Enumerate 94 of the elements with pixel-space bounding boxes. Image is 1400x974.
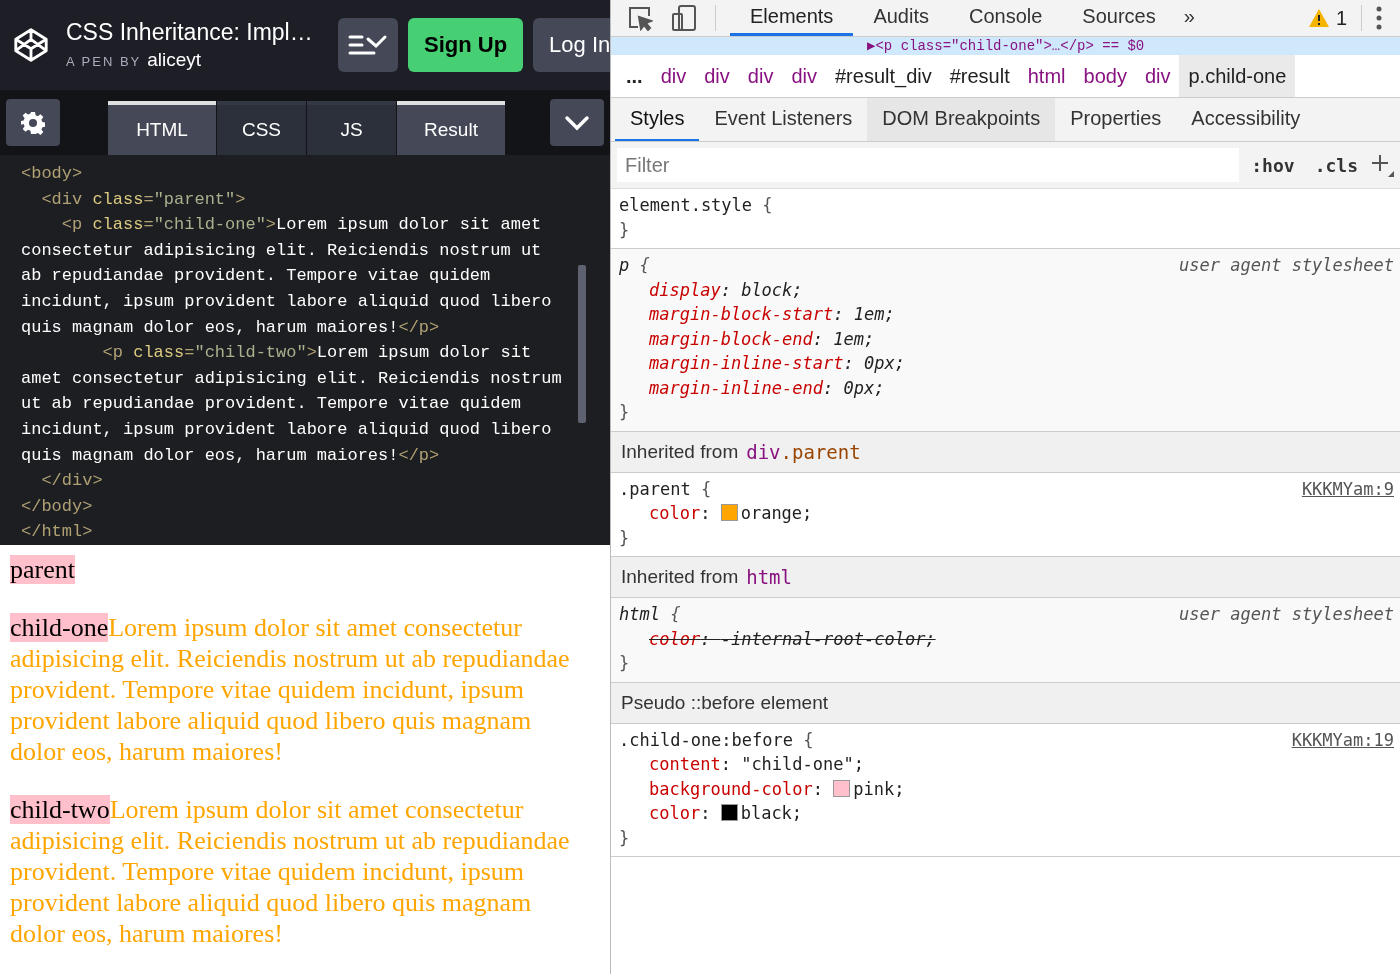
section-heading: Pseudo ::before element (621, 691, 829, 714)
code-line: <p class="child-one">Lorem ipsum dolor sit amet (60, 214, 543, 237)
byline-label: A PEN BY (66, 54, 142, 69)
closing-brace: } (619, 652, 631, 675)
breadcrumb[interactable]: div (1135, 55, 1180, 97)
rule-selector: element.style { (619, 194, 773, 217)
breadcrumb[interactable]: body (1074, 55, 1136, 97)
code-line: ut ab repudiandae provident. Tempore vitae quidem (21, 393, 522, 416)
more-tabs-button[interactable]: » (1175, 0, 1203, 36)
rule-origin-label: user agent stylesheet (1179, 254, 1394, 277)
rule-selector: .parent { (619, 477, 712, 501)
css-declaration[interactable]: color: orange; (619, 501, 1394, 526)
filter-field[interactable]: Filter (617, 148, 1240, 182)
css-declaration[interactable]: margin-inline-start: 0px; (619, 351, 1394, 376)
color-swatch[interactable] (720, 804, 738, 821)
warning-icon[interactable] (1307, 8, 1330, 28)
closing-brace: } (619, 401, 631, 424)
code-line: incidunt, ipsum provident labore aliquid quod libero (21, 418, 553, 441)
rule-selector: .child-one:before { (619, 728, 814, 752)
hov-toggle[interactable]: :hov (1243, 154, 1303, 176)
code-line: quis magnam dolor eos, harum maiores!</p> (21, 444, 441, 467)
inspect-icon[interactable] (627, 5, 653, 31)
css-declaration[interactable]: color: black; (619, 801, 1394, 826)
editor-tab[interactable]: JS (307, 101, 396, 155)
devtools-tab[interactable]: Console (948, 0, 1063, 36)
author-link[interactable]: aliceyt (147, 49, 202, 71)
source-link[interactable]: KKKMYam:9 (1301, 476, 1394, 501)
log-in-button[interactable]: Log In (533, 18, 610, 72)
css-declaration[interactable]: margin-block-end: 1em; (619, 326, 1394, 351)
source-link[interactable]: KKKMYam:19 (1291, 727, 1394, 752)
code-line: </div> (40, 470, 104, 493)
inherited-selector[interactable]: html (746, 566, 792, 588)
devtools-tab[interactable]: Sources (1062, 0, 1176, 36)
breadcrumb[interactable]: #result (940, 55, 1019, 97)
plus-icon[interactable] (1370, 153, 1394, 177)
device-icon[interactable] (671, 4, 697, 32)
closing-brace: } (619, 826, 631, 850)
result-paragraph: child-oneLorem ipsum dolor sit amet consectetur adipisicing elit. Reiciendis nostrum ut ab repudiandae provident. Tempore vitae quidem incidunt, ipsum provident labore aliquid quod libero quis magnam dolor eos, harum maiores! (10, 611, 571, 767)
styles-pane-tab[interactable]: DOM Breakpoints (867, 98, 1056, 141)
rule-selector: p { (619, 254, 650, 277)
breadcrumb[interactable]: div (782, 55, 826, 97)
closing-brace: } (619, 218, 631, 242)
editor-tab[interactable]: Result (397, 101, 505, 155)
result-paragraph: child-twoLorem ipsum dolor sit amet consectetur adipisicing elit. Reiciendis nostrum ut ab repudiandae provident. Tempore vitae quidem incidunt, ipsum provident labore aliquid quod libero quis magnam dolor eos, harum maiores! (10, 793, 571, 949)
warning-count[interactable]: 1 (1335, 6, 1347, 30)
editor-tab[interactable]: HTML (108, 101, 216, 155)
css-declaration[interactable]: content: "child-one"; (619, 752, 1394, 777)
css-declaration[interactable]: margin-block-start: 1em; (619, 302, 1394, 327)
scrollbar[interactable] (578, 265, 586, 423)
code-line: consectetur adipisicing elit. Reiciendis nostrum ut (21, 239, 543, 262)
code-line: <body> (21, 163, 84, 185)
breadcrumb[interactable]: div (695, 55, 739, 97)
inherited-selector[interactable]: div.parent (746, 440, 861, 463)
code-line: quis magnam dolor eos, harum maiores!</p> (21, 316, 441, 339)
styles-pane-tab[interactable]: Properties (1055, 98, 1177, 141)
code-line: </html> (21, 521, 94, 544)
layout-button[interactable] (338, 18, 398, 72)
code-line: <p class="child-two">Lorem ipsum dolor sit (101, 342, 533, 365)
parent-label: parent (10, 554, 75, 584)
breadcrumb[interactable]: p.child-one (1179, 55, 1296, 97)
breadcrumb[interactable]: #result_div (826, 55, 941, 97)
settings-icon (21, 110, 45, 135)
breadcrumb[interactable]: div (738, 55, 783, 97)
css-declaration[interactable]: background-color: pink; (619, 776, 1394, 801)
styles-pane-tab[interactable]: Event Listeners (699, 98, 868, 141)
code-line: ab repudiandae provident. Tempore vitae quidem (21, 265, 492, 288)
kebab-menu-icon[interactable] (1376, 6, 1382, 30)
cls-toggle[interactable]: .cls (1306, 154, 1366, 176)
breadcrumb[interactable]: ... (617, 55, 652, 97)
color-swatch[interactable] (720, 504, 738, 521)
css-declaration[interactable]: margin-inline-end: 0px; (619, 375, 1394, 400)
closing-brace: } (619, 526, 631, 550)
css-declaration[interactable]: display: block; (619, 277, 1394, 302)
pen-title: CSS Inheritance: Impl… (66, 19, 314, 46)
code-line: amet consectetur adipisicing elit. Reiciendis nostrum (21, 367, 563, 390)
rule-origin-label: user agent stylesheet (1179, 603, 1394, 626)
devtools-tab[interactable]: Audits (853, 0, 949, 36)
sign-up-button[interactable]: Sign Up (408, 18, 524, 72)
breadcrumb[interactable]: div (651, 55, 696, 97)
styles-pane-tab[interactable]: Accessibility (1176, 98, 1316, 141)
chevron-down-icon (564, 114, 590, 131)
code-line: incidunt, ipsum provident labore aliquid quod libero (21, 290, 553, 313)
cube-logo-icon[interactable] (12, 26, 50, 64)
color-swatch[interactable] (833, 779, 851, 797)
editor-tab[interactable]: CSS (217, 101, 306, 155)
collapse-button[interactable] (550, 99, 604, 146)
code-line: <div class="parent"> (40, 188, 247, 211)
settings-button[interactable] (6, 99, 60, 146)
code-line: </body> (21, 495, 94, 518)
section-heading: Inherited from (621, 566, 739, 588)
rule-selector: html { (619, 603, 681, 626)
section-heading: Inherited from (621, 440, 739, 463)
css-declaration[interactable]: color: -internal-root-color; (619, 626, 1394, 651)
breadcrumb[interactable]: html (1018, 55, 1075, 97)
